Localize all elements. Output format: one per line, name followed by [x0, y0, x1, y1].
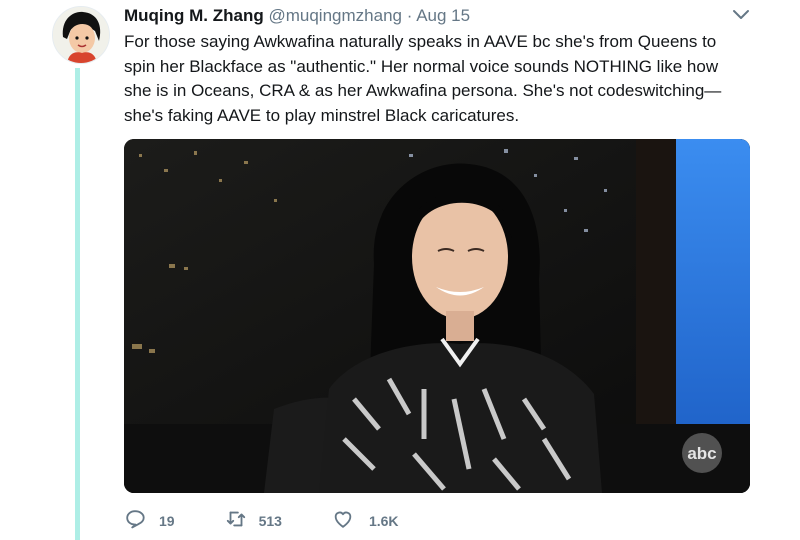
video-still: abc: [124, 139, 750, 493]
tweet-date[interactable]: Aug 15: [416, 6, 470, 25]
retweet-button[interactable]: 513: [225, 508, 282, 535]
abc-watermark: abc: [687, 444, 716, 463]
retweet-count: 513: [258, 513, 282, 529]
avatar-illustration: [53, 7, 109, 63]
reply-button[interactable]: 19: [124, 508, 175, 535]
reply-icon: [124, 508, 146, 535]
tweet-text: For those saying Awkwafina naturally spe…: [124, 32, 722, 125]
reply-count: 19: [159, 513, 175, 529]
heart-icon: [332, 508, 354, 535]
author-handle[interactable]: @muqingmzhang: [268, 6, 402, 25]
tweet-header: Muqing M. Zhang @muqingmzhang · Aug 15: [124, 6, 470, 26]
like-button[interactable]: 1.6K: [332, 508, 399, 535]
tweet-media[interactable]: abc: [124, 139, 750, 493]
separator-dot: ·: [406, 6, 413, 25]
retweet-icon: [225, 508, 247, 535]
avatar[interactable]: [52, 6, 110, 64]
like-count: 1.6K: [368, 513, 399, 529]
tweet-actions: 19 513 1.6K: [124, 508, 449, 534]
author-name[interactable]: Muqing M. Zhang: [124, 6, 264, 25]
chevron-down-icon[interactable]: [732, 8, 750, 22]
thread-line: [75, 68, 80, 540]
